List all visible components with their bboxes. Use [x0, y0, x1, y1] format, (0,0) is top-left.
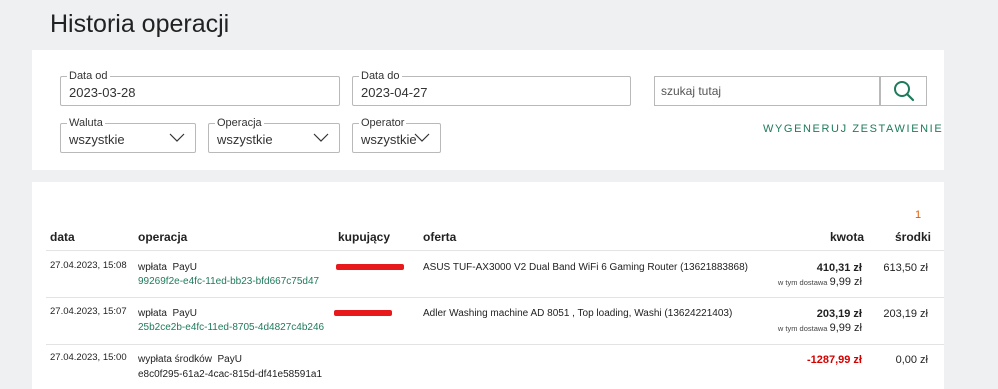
header-operation: operacja: [138, 230, 188, 244]
buyer-redacted: [336, 264, 404, 270]
table-divider: [46, 297, 944, 298]
currency-label: Waluta: [67, 116, 105, 130]
row-balance: 203,19 zł: [883, 308, 928, 320]
row-offer[interactable]: ASUS TUF-AX3000 V2 Dual Band WiFi 6 Gami…: [423, 262, 748, 273]
page-title: Historia operacji: [50, 10, 230, 38]
row-amount: -1287,99 zł: [806, 354, 862, 366]
operator-select[interactable]: Operator wszystkie: [352, 116, 441, 153]
currency-value: wszystkie: [69, 132, 125, 147]
row-date: 27.04.2023, 15:08: [50, 260, 127, 271]
row-delivery: w tym dostawa 9,99 zł: [777, 276, 862, 288]
row-operation: wpłata PayU: [138, 308, 197, 319]
operation-value: wszystkie: [217, 132, 273, 147]
date-from-value[interactable]: 2023-03-28: [69, 85, 136, 100]
header-amount: kwota: [830, 230, 865, 244]
row-operation: wypłata środków PayU: [138, 354, 242, 365]
row-amount: 203,19 zł: [816, 308, 862, 320]
header-buyer: kupujący: [338, 230, 391, 244]
header-balance: środki: [895, 230, 932, 244]
row-offer[interactable]: Adler Washing machine AD 8051 , Top load…: [423, 308, 732, 319]
results-panel: 1 data operacja kupujący oferta kwota śr…: [32, 182, 944, 389]
search-input[interactable]: [654, 76, 880, 106]
row-balance: 613,50 zł: [883, 262, 928, 274]
currency-select[interactable]: Waluta wszystkie: [60, 116, 196, 153]
operator-value: wszystkie: [361, 132, 417, 147]
operation-select[interactable]: Operacja wszystkie: [208, 116, 340, 153]
date-from-label: Data od: [67, 69, 110, 83]
chevron-down-icon: [169, 133, 185, 142]
header-offer: oferta: [423, 230, 457, 244]
row-transaction-id[interactable]: 25b2ce2b-e4fc-11ed-8705-4d4827c4b246: [138, 322, 324, 333]
date-to-value[interactable]: 2023-04-27: [361, 85, 428, 100]
table-divider: [46, 250, 944, 251]
operation-label: Operacja: [215, 116, 264, 130]
row-operation: wpłata PayU: [138, 262, 197, 273]
chevron-down-icon: [414, 133, 430, 142]
buyer-redacted: [334, 310, 392, 316]
row-transaction-id[interactable]: 99269f2e-e4fc-11ed-bb23-bfd667c75d47: [138, 276, 319, 287]
pagination-page-1[interactable]: 1: [915, 209, 921, 221]
row-amount: 410,31 zł: [816, 262, 862, 274]
filters-panel: Data od 2023-03-28 Data do 2023-04-27 Wa…: [32, 50, 944, 170]
chevron-down-icon: [313, 133, 329, 142]
table-divider: [46, 344, 944, 345]
operator-label: Operator: [359, 116, 407, 130]
row-date: 27.04.2023, 15:07: [50, 306, 127, 317]
row-transaction-id: e8c0f295-61a2-4cac-815d-df41e58591a1: [138, 369, 323, 380]
row-delivery: w tym dostawa 9,99 zł: [777, 322, 862, 334]
date-to-field[interactable]: Data do 2023-04-27: [352, 69, 631, 106]
row-date: 27.04.2023, 15:00: [50, 352, 127, 363]
generate-report-link[interactable]: WYGENERUJ ZESTAWIENIE: [763, 123, 943, 135]
date-from-field[interactable]: Data od 2023-03-28: [60, 69, 340, 106]
date-to-label: Data do: [359, 69, 402, 83]
search-button[interactable]: [880, 76, 927, 106]
search-icon: [893, 81, 914, 102]
header-date: data: [50, 230, 75, 244]
row-balance: 0,00 zł: [895, 354, 928, 366]
